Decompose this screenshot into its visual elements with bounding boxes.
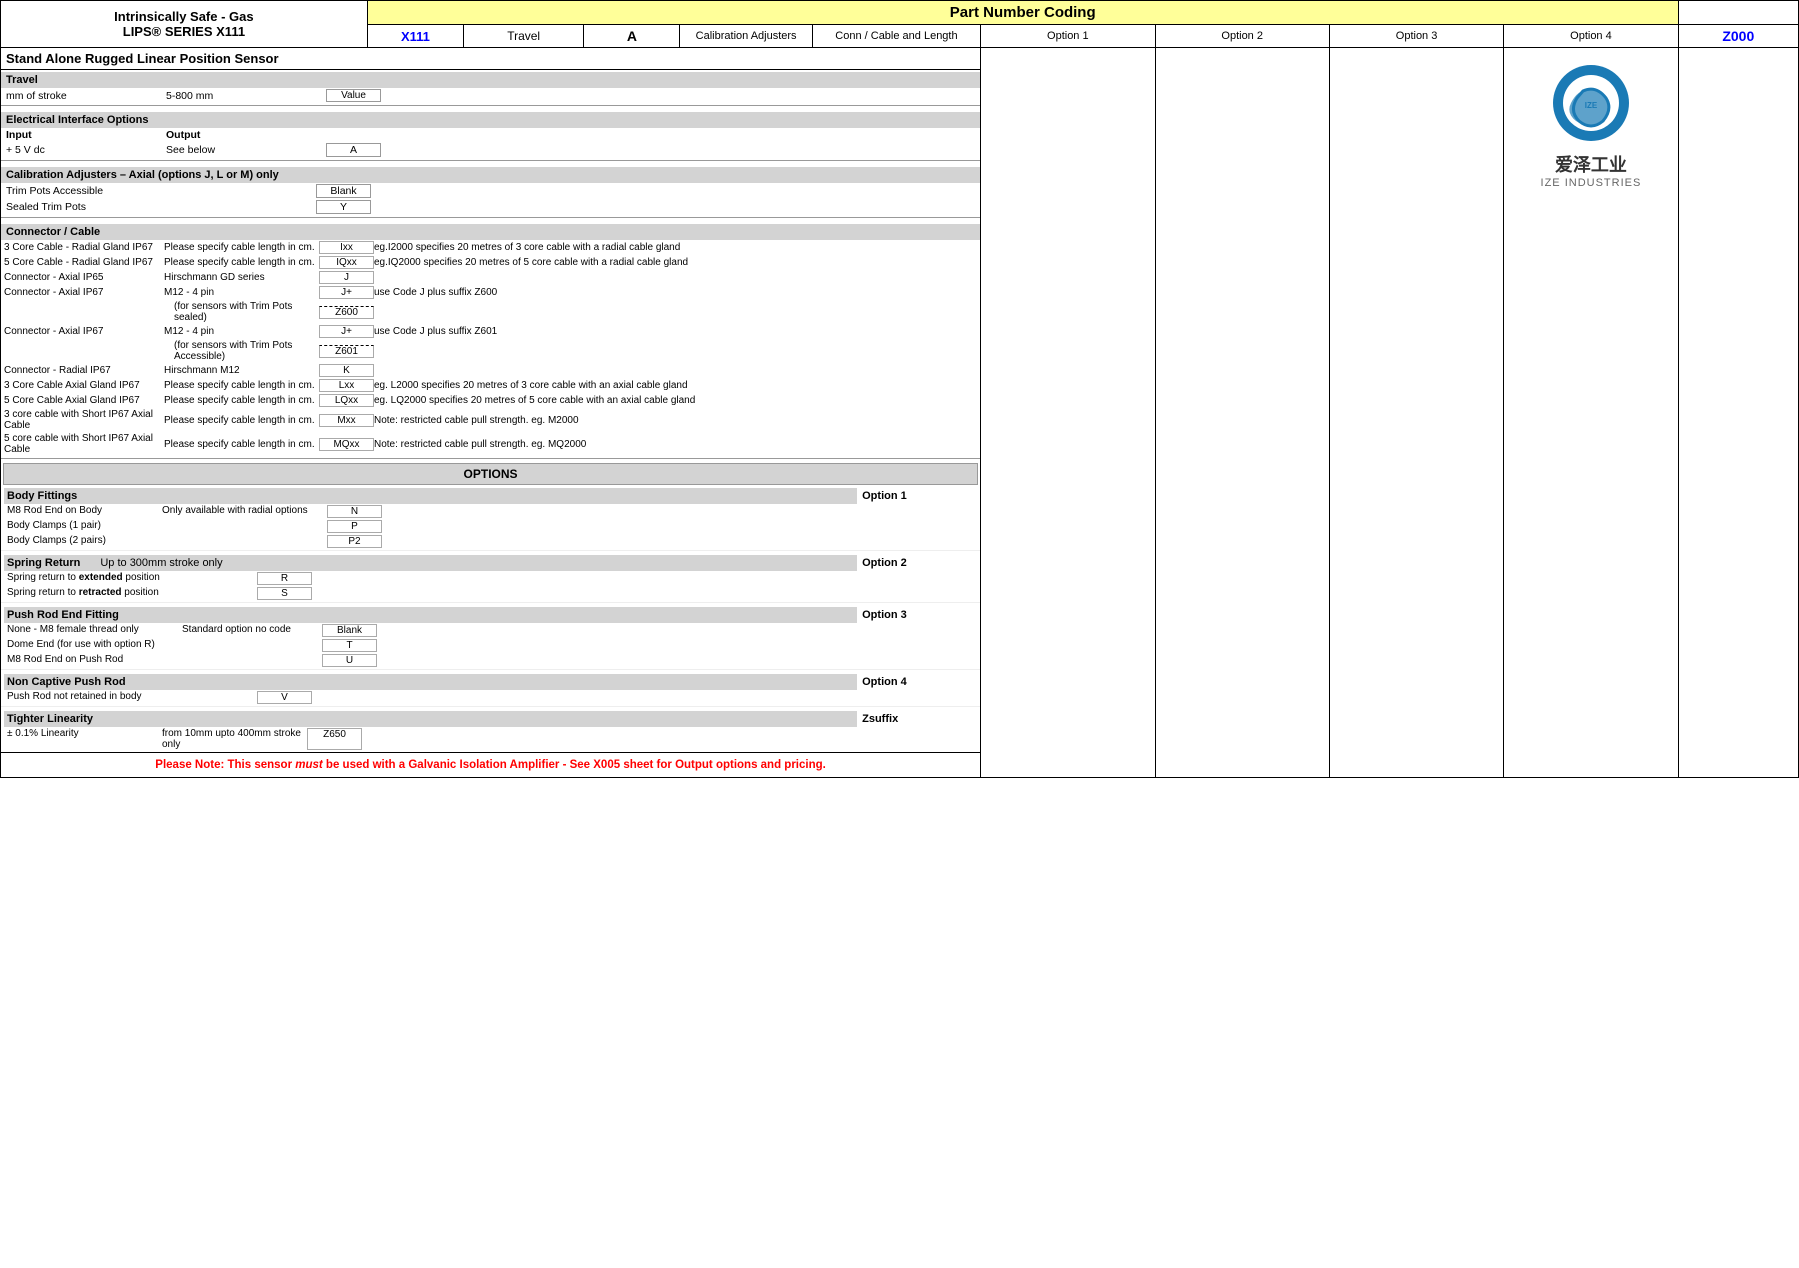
option4-label: Option 4 bbox=[857, 674, 977, 690]
body-fittings-header: Body Fittings bbox=[4, 488, 857, 504]
options-header: OPTIONS bbox=[3, 463, 978, 485]
connector-row-2: Connector - Axial IP65 Hirschmann GD ser… bbox=[1, 270, 980, 285]
connector-row-1: 5 Core Cable - Radial Gland IP67 Please … bbox=[1, 255, 980, 270]
option1-label: Option 1 bbox=[857, 488, 977, 504]
standalone-title: Stand Alone Rugged Linear Position Senso… bbox=[1, 48, 980, 70]
elec-value: See below bbox=[166, 144, 326, 156]
ize-english-text: IZE INDUSTRIES bbox=[1509, 177, 1672, 189]
ize-chinese-text: 爱泽工业 bbox=[1509, 151, 1672, 177]
output-label: Output bbox=[166, 129, 326, 141]
connector-row-5: Connector - Axial IP67 M12 - 4 pin J+ us… bbox=[1, 324, 980, 339]
col-opt4: Option 4 bbox=[1570, 30, 1612, 42]
col-opt3: Option 3 bbox=[1396, 30, 1438, 42]
col-opt2: Option 2 bbox=[1221, 30, 1263, 42]
connector-row-9: 5 Core Cable Axial Gland IP67 Please spe… bbox=[1, 393, 980, 408]
spring-return-desc: Up to 300mm stroke only bbox=[100, 557, 222, 569]
travel-code: Value bbox=[326, 89, 381, 102]
input-label: Input bbox=[6, 129, 166, 141]
calib-row1-code: Blank bbox=[316, 184, 371, 198]
connector-row-8: 3 Core Cable Axial Gland IP67 Please spe… bbox=[1, 378, 980, 393]
connector-row-11: 5 core cable with Short IP67 Axial Cable… bbox=[1, 432, 980, 456]
col-x111: X111 bbox=[401, 29, 430, 44]
tighter-linearity-header: Tighter Linearity bbox=[4, 711, 857, 727]
calib-header: Calibration Adjusters – Axial (options J… bbox=[1, 167, 980, 183]
ize-logo-area: IZE 爱泽工业 IZE INDUSTRIES bbox=[1504, 48, 1677, 204]
part-number-coding-label: Part Number Coding bbox=[950, 4, 1096, 21]
calib-row1-label: Trim Pots Accessible bbox=[6, 185, 316, 197]
push-rod-header: Push Rod End Fitting bbox=[4, 607, 857, 623]
ize-logo-icon: IZE bbox=[1551, 63, 1631, 143]
option2-label: Option 2 bbox=[857, 555, 977, 571]
option3-label: Option 3 bbox=[857, 607, 977, 623]
calib-row2-label: Sealed Trim Pots bbox=[6, 201, 316, 213]
travel-header: Travel bbox=[1, 72, 980, 88]
col-conn: Conn / Cable and Length bbox=[835, 30, 957, 42]
col-travel: Travel bbox=[507, 29, 540, 43]
connector-row-3: Connector - Axial IP67 M12 - 4 pin J+ us… bbox=[1, 285, 980, 300]
calib-row2-code: Y bbox=[316, 200, 371, 214]
elec-label: + 5 V dc bbox=[6, 144, 166, 156]
connector-row-6: (for sensors with Trim Pots Accessible) … bbox=[1, 339, 980, 363]
connector-row-4: (for sensors with Trim Pots sealed) Z600 bbox=[1, 300, 980, 324]
spring-return-header: Spring Return bbox=[7, 557, 80, 569]
title-line2: LIPS® SERIES X111 bbox=[5, 24, 363, 39]
non-captive-header: Non Captive Push Rod bbox=[4, 674, 857, 690]
connector-row-7: Connector - Radial IP67 Hirschmann M12 K bbox=[1, 363, 980, 378]
travel-value: 5-800 mm bbox=[166, 90, 326, 102]
col-z000: Z000 bbox=[1722, 28, 1754, 44]
elec-code: A bbox=[326, 143, 381, 157]
connector-header: Connector / Cable bbox=[1, 224, 980, 240]
col-calib: Calibration Adjusters bbox=[696, 30, 797, 42]
col-a: A bbox=[627, 28, 637, 44]
travel-label: mm of stroke bbox=[6, 90, 166, 102]
connector-row-0: 3 Core Cable - Radial Gland IP67 Please … bbox=[1, 240, 980, 255]
zsuffix-label: Zsuffix bbox=[857, 711, 977, 727]
main-table: Intrinsically Safe - Gas LIPS® SERIES X1… bbox=[0, 0, 1799, 778]
connector-row-10: 3 core cable with Short IP67 Axial Cable… bbox=[1, 408, 980, 432]
electrical-header: Electrical Interface Options bbox=[1, 112, 980, 128]
col-opt1: Option 1 bbox=[1047, 30, 1089, 42]
svg-text:IZE: IZE bbox=[1585, 101, 1598, 110]
note-text: Please Note: This sensor must be used wi… bbox=[155, 759, 826, 771]
title-line1: Intrinsically Safe - Gas bbox=[5, 9, 363, 24]
